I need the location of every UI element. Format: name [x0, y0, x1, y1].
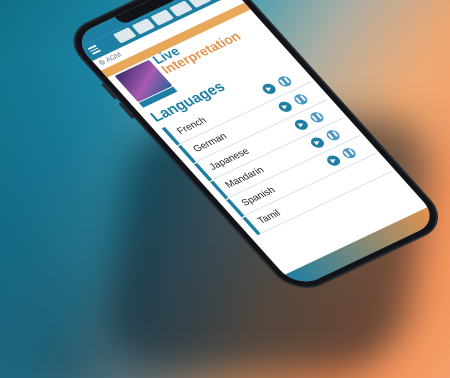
menu-icon[interactable]	[87, 44, 101, 55]
play-icon[interactable]: ▶	[308, 135, 327, 150]
play-icon[interactable]: ▶	[260, 81, 279, 96]
pause-icon[interactable]: ❚❚	[340, 146, 359, 161]
play-icon[interactable]: ▶	[276, 99, 295, 114]
photo-scene: ⚙ AGM Live Interpretation Languages Fren…	[0, 0, 450, 378]
tab-1[interactable]	[112, 27, 137, 44]
tab-4[interactable]	[169, 0, 193, 17]
language-label: Tamil	[255, 208, 283, 227]
pause-icon[interactable]: ❚❚	[275, 74, 294, 89]
pause-icon[interactable]: ❚❚	[307, 110, 327, 125]
tab-2[interactable]	[131, 18, 156, 35]
play-icon[interactable]: ▶	[324, 153, 343, 168]
pause-icon[interactable]: ❚❚	[291, 92, 310, 107]
tab-3[interactable]	[150, 9, 175, 26]
play-icon[interactable]: ▶	[292, 117, 311, 132]
pause-icon[interactable]: ❚❚	[323, 128, 343, 143]
tab-5[interactable]	[187, 0, 212, 8]
